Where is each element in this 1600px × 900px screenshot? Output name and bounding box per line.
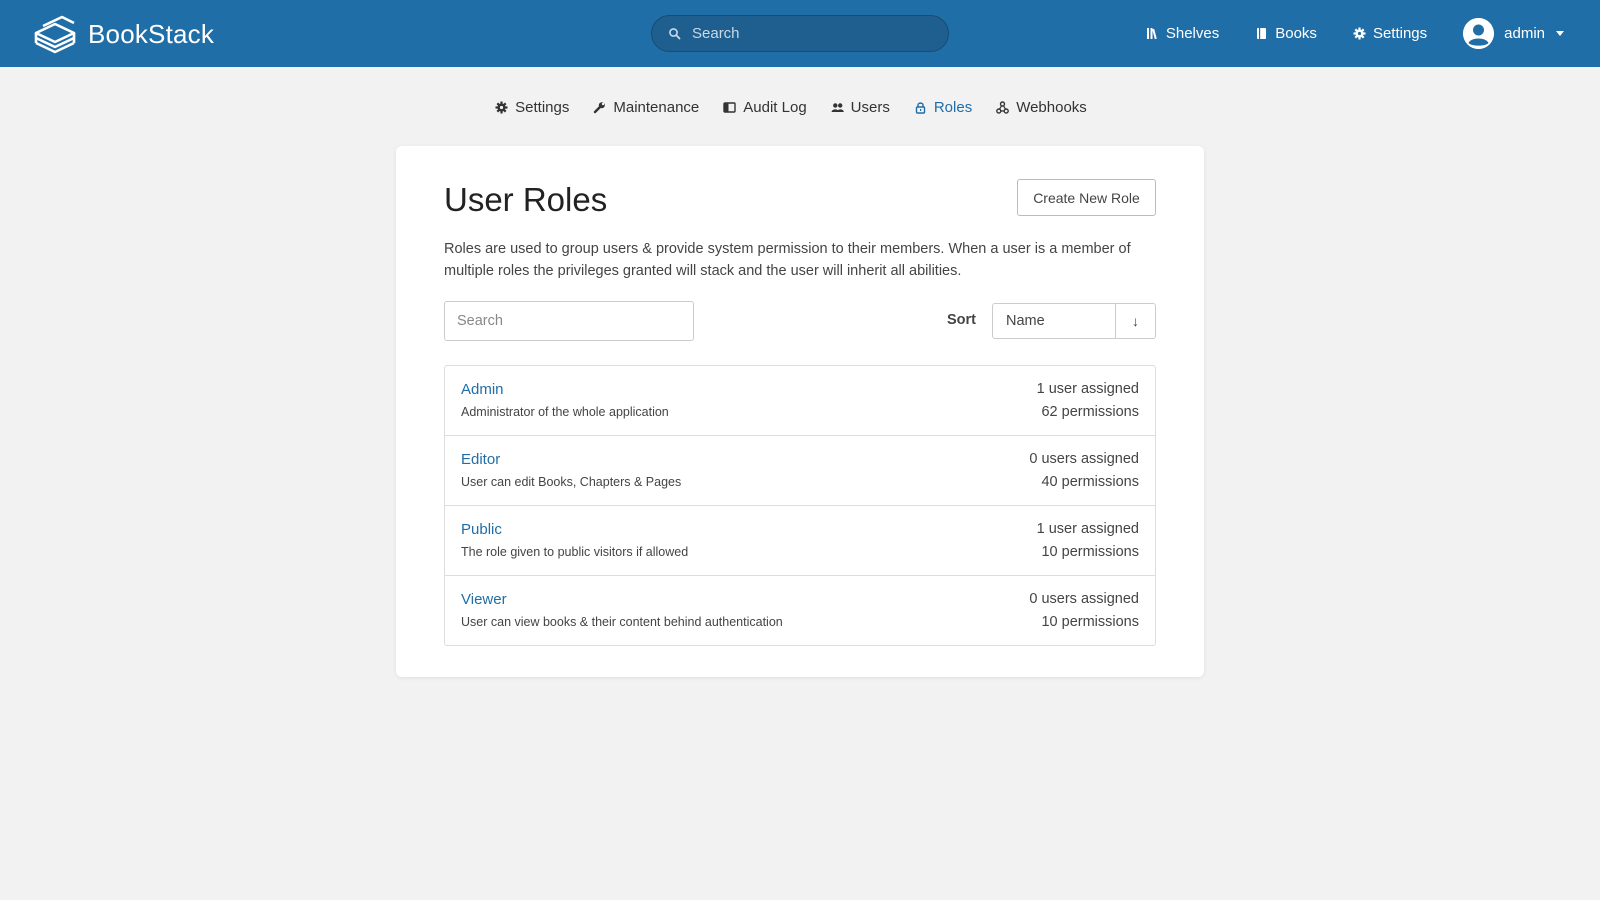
role-row-editor: Editor User can edit Books, Chapters & P… xyxy=(445,436,1155,506)
role-permission-count: 10 permissions xyxy=(1041,614,1139,630)
role-link[interactable]: Public xyxy=(461,521,502,538)
user-avatar-icon xyxy=(1463,18,1495,49)
role-link[interactable]: Viewer xyxy=(461,591,507,608)
chevron-down-icon xyxy=(1556,31,1564,36)
user-menu[interactable]: admin xyxy=(1463,18,1564,49)
settings-subnav: Settings Maintenance Audit Log Users Rol… xyxy=(0,96,1600,118)
tab-webhooks[interactable]: Webhooks xyxy=(996,96,1087,118)
role-description: Administrator of the whole application xyxy=(461,405,669,419)
role-permission-count: 10 permissions xyxy=(1041,544,1139,560)
nav-books-label: Books xyxy=(1275,25,1317,42)
role-description: The role given to public visitors if all… xyxy=(461,545,689,559)
tab-roles-label: Roles xyxy=(933,98,973,116)
tab-maintenance[interactable]: Maintenance xyxy=(593,96,699,118)
shelves-icon xyxy=(1146,28,1157,40)
arrow-down-icon: ↓ xyxy=(1132,313,1139,329)
tab-roles[interactable]: Roles xyxy=(914,96,972,118)
tab-settings-label: Settings xyxy=(515,98,570,116)
role-row-admin: Admin Administrator of the whole applica… xyxy=(445,366,1155,436)
search-icon xyxy=(669,27,681,39)
role-link[interactable]: Editor xyxy=(461,451,500,468)
sort-select[interactable]: Name xyxy=(992,303,1116,339)
nav-books[interactable]: Books xyxy=(1255,25,1317,42)
roles-list: Admin Administrator of the whole applica… xyxy=(444,365,1156,646)
books-icon xyxy=(1257,28,1267,39)
role-row-viewer: Viewer User can view books & their conte… xyxy=(445,576,1155,645)
sort-select-value: Name xyxy=(1006,313,1045,329)
audit-log-icon xyxy=(723,101,736,113)
role-permission-count: 62 permissions xyxy=(1041,404,1139,420)
tab-users-label: Users xyxy=(850,98,890,116)
page-title: User Roles xyxy=(444,181,608,218)
user-name: admin xyxy=(1504,25,1545,42)
tab-settings[interactable]: Settings xyxy=(495,96,569,118)
tab-audit-log-label: Audit Log xyxy=(743,98,807,116)
tab-webhooks-label: Webhooks xyxy=(1016,98,1087,116)
nav-shelves-label: Shelves xyxy=(1165,25,1220,42)
search-placeholder: Search xyxy=(692,25,740,42)
bookstack-logo-icon xyxy=(34,15,76,54)
top-header: BookStack Search Shelves Books Settings … xyxy=(0,0,1600,67)
sort-label: Sort xyxy=(947,312,976,328)
brand-name: BookStack xyxy=(88,18,215,49)
roles-description: Roles are used to group users & provide … xyxy=(444,241,1131,279)
roles-card: User Roles Create New Role Roles are use… xyxy=(396,146,1204,677)
role-description: User can view books & their content behi… xyxy=(461,615,783,629)
avatar xyxy=(1463,18,1495,49)
users-icon xyxy=(831,102,844,112)
header-nav: Shelves Books Settings admin xyxy=(1146,0,1600,67)
lock-icon xyxy=(915,101,926,114)
role-permission-count: 40 permissions xyxy=(1041,474,1139,490)
roles-search-input[interactable]: Search xyxy=(444,301,694,341)
tab-maintenance-label: Maintenance xyxy=(613,98,700,116)
role-user-count: 0 users assigned xyxy=(1029,451,1139,467)
nav-settings[interactable]: Settings xyxy=(1353,25,1427,42)
nav-shelves[interactable]: Shelves xyxy=(1146,25,1219,42)
tab-users[interactable]: Users xyxy=(831,96,890,118)
roles-search-placeholder: Search xyxy=(457,313,503,329)
role-user-count: 1 user assigned xyxy=(1036,521,1139,537)
role-user-count: 1 user assigned xyxy=(1036,381,1139,397)
wrench-icon xyxy=(594,101,606,113)
brand-link[interactable]: BookStack xyxy=(33,14,214,54)
nav-settings-label: Settings xyxy=(1372,25,1428,42)
gear-icon xyxy=(1353,27,1366,40)
gear-icon xyxy=(495,101,508,113)
role-row-public: Public The role given to public visitors… xyxy=(445,506,1155,576)
tab-audit-log[interactable]: Audit Log xyxy=(723,96,807,118)
role-user-count: 0 users assigned xyxy=(1029,591,1139,607)
create-new-role-button[interactable]: Create New Role xyxy=(1017,179,1156,216)
role-description: User can edit Books, Chapters & Pages xyxy=(461,475,682,489)
sort-direction-button[interactable]: ↓ xyxy=(1115,303,1156,339)
global-search-input[interactable]: Search xyxy=(651,15,949,52)
role-link[interactable]: Admin xyxy=(461,381,504,398)
webhooks-icon xyxy=(996,100,1010,114)
